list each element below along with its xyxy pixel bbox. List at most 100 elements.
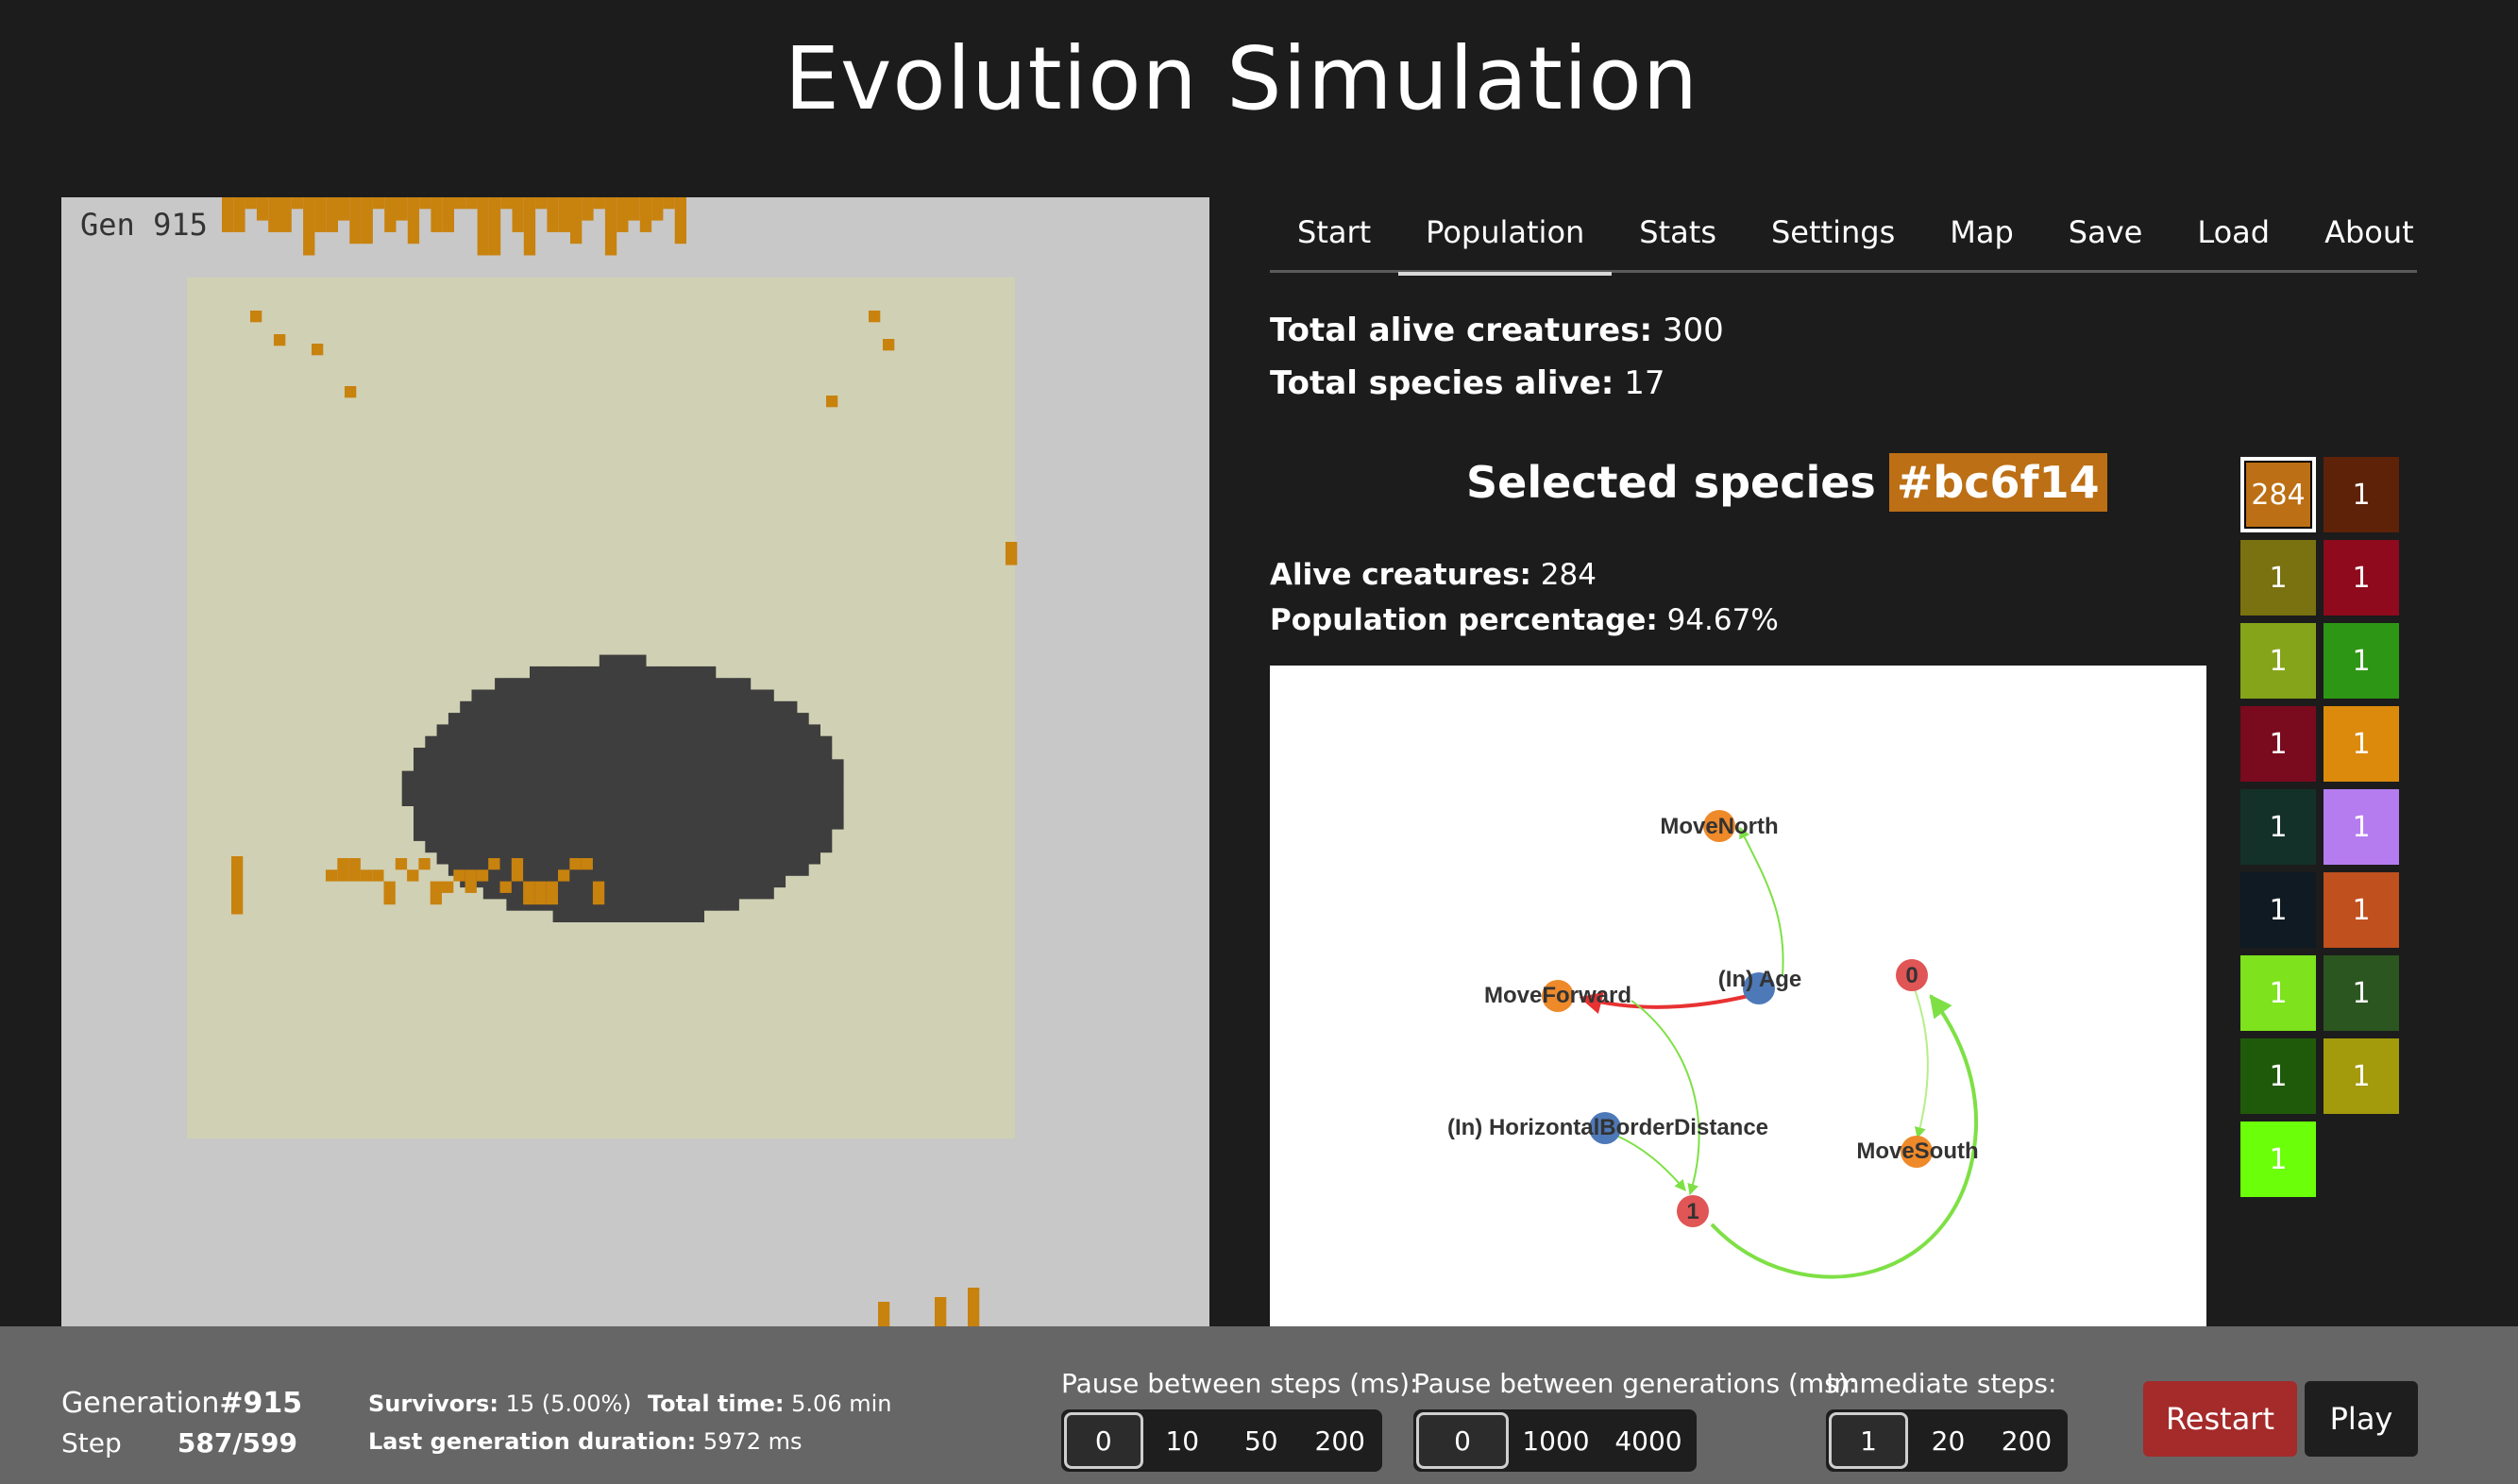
tab-settings[interactable]: Settings (1744, 203, 1922, 273)
obstacle-cell (541, 735, 554, 749)
pause-gens-segmented: 0 1000 4000 (1413, 1409, 1697, 1472)
obstacle-cell (448, 805, 461, 818)
obstacle-cell (785, 748, 798, 760)
tab-population[interactable]: Population (1398, 203, 1613, 276)
obstacle-cell (541, 782, 554, 795)
pause-gens-option-0[interactable]: 0 (1416, 1412, 1509, 1469)
species-cell[interactable]: 1 (2324, 457, 2399, 532)
species-cell[interactable]: 1 (2324, 955, 2399, 1031)
obstacle-cell (762, 735, 774, 749)
obstacle-cell (599, 794, 612, 806)
creature-column (547, 197, 559, 232)
obstacle-cell (564, 898, 577, 911)
obstacle-cell (762, 840, 774, 853)
obstacle-cell (471, 782, 484, 795)
obstacle-cell (436, 852, 449, 865)
obstacle-cell (530, 817, 542, 830)
obstacle-cell (611, 724, 623, 737)
obstacle-cell (727, 748, 739, 760)
obstacle-cell (517, 748, 531, 760)
obstacle-cell (425, 817, 438, 830)
obstacle-cell (680, 700, 693, 714)
pause-steps-option-50[interactable]: 50 (1222, 1412, 1300, 1469)
obstacle-cell (495, 829, 507, 841)
brain-graph[interactable]: MoveNorth (In) Age MoveForward 0 (In) Ho… (1270, 666, 2206, 1326)
tab-about[interactable]: About (2297, 203, 2442, 273)
species-cell[interactable]: 1 (2240, 1038, 2316, 1114)
obstacle-cell (506, 817, 519, 830)
obstacle-cell (773, 794, 786, 806)
obstacle-cell (448, 840, 461, 853)
obstacle-cell (599, 724, 612, 737)
obstacle-cell (646, 700, 658, 714)
species-cell[interactable]: 1 (2240, 1121, 2316, 1197)
obstacle-cell (703, 840, 717, 853)
species-cell[interactable]: 1 (2324, 706, 2399, 782)
restart-button[interactable]: Restart (2143, 1381, 2297, 1457)
obstacle-cell (668, 724, 682, 737)
obstacle-cell (668, 864, 682, 876)
obstacle-cell (506, 713, 519, 725)
species-cell[interactable]: 1 (2240, 623, 2316, 699)
svg-text:0: 0 (1905, 963, 1918, 988)
world-canvas[interactable]: Gen 915 (61, 197, 1209, 1330)
creature-column (256, 197, 269, 221)
obstacle-cell (680, 678, 693, 690)
obstacle-cell (587, 829, 600, 841)
total-time-info: Total time: 5.06 min (648, 1385, 891, 1423)
obstacle-cell (680, 840, 693, 853)
creature-cell (558, 869, 570, 882)
tab-map[interactable]: Map (1922, 203, 2041, 273)
pause-steps-option-10[interactable]: 10 (1143, 1412, 1222, 1469)
species-cell[interactable]: 1 (2324, 1038, 2399, 1114)
species-cell[interactable]: 1 (2324, 872, 2399, 948)
obstacle-cell (715, 759, 728, 772)
obstacle-cell (657, 735, 670, 749)
tab-load[interactable]: Load (2170, 203, 2297, 273)
obstacle-cell (530, 770, 542, 784)
obstacle-cell (541, 689, 554, 702)
species-cell[interactable]: 1 (2324, 623, 2399, 699)
immediate-option-1[interactable]: 1 (1829, 1412, 1908, 1469)
species-cell[interactable]: 1 (2240, 872, 2316, 948)
obstacle-cell (576, 886, 588, 900)
obstacle-cell (668, 735, 682, 749)
obstacle-cell (552, 910, 566, 922)
species-cell[interactable]: 1 (2240, 706, 2316, 782)
obstacle-cell (634, 735, 647, 749)
obstacle-cell (541, 759, 554, 772)
species-cell[interactable]: 1 (2240, 955, 2316, 1031)
pause-gens-option-1000[interactable]: 1000 (1509, 1412, 1603, 1469)
obstacle-cell (715, 840, 728, 853)
obstacle-cell (599, 735, 612, 749)
tab-start[interactable]: Start (1270, 203, 1398, 273)
species-cell[interactable]: 284 (2240, 457, 2316, 532)
tab-stats[interactable]: Stats (1612, 203, 1744, 273)
immediate-option-20[interactable]: 20 (1908, 1412, 1988, 1469)
creature-cell (968, 1288, 980, 1330)
pause-steps-option-200[interactable]: 200 (1301, 1412, 1379, 1469)
pause-gens-option-4000[interactable]: 4000 (1603, 1412, 1694, 1469)
species-cell[interactable]: 1 (2324, 540, 2399, 616)
tab-save[interactable]: Save (2041, 203, 2171, 273)
obstacle-cell (703, 700, 717, 714)
obstacle-cell (414, 829, 426, 841)
creature-column (314, 197, 327, 232)
species-cell[interactable]: 1 (2240, 540, 2316, 616)
obstacle-cell (727, 829, 739, 841)
obstacle-cell (738, 875, 752, 888)
obstacle-cell (599, 782, 612, 795)
species-cell[interactable]: 1 (2240, 789, 2316, 865)
pause-steps-option-0[interactable]: 0 (1064, 1412, 1143, 1469)
species-cell[interactable]: 1 (2324, 789, 2399, 865)
obstacle-cell (517, 782, 531, 795)
pause-gens-label: Pause between generations (ms): (1413, 1368, 1858, 1399)
play-button[interactable]: Play (2305, 1381, 2418, 1457)
immediate-option-200[interactable]: 200 (1988, 1412, 2065, 1469)
obstacle-cell (785, 794, 798, 806)
obstacle-cell (703, 817, 717, 830)
obstacle-cell (622, 782, 635, 795)
obstacle-cell (564, 805, 577, 818)
obstacle-cell (564, 770, 577, 784)
obstacle-cell (727, 805, 739, 818)
